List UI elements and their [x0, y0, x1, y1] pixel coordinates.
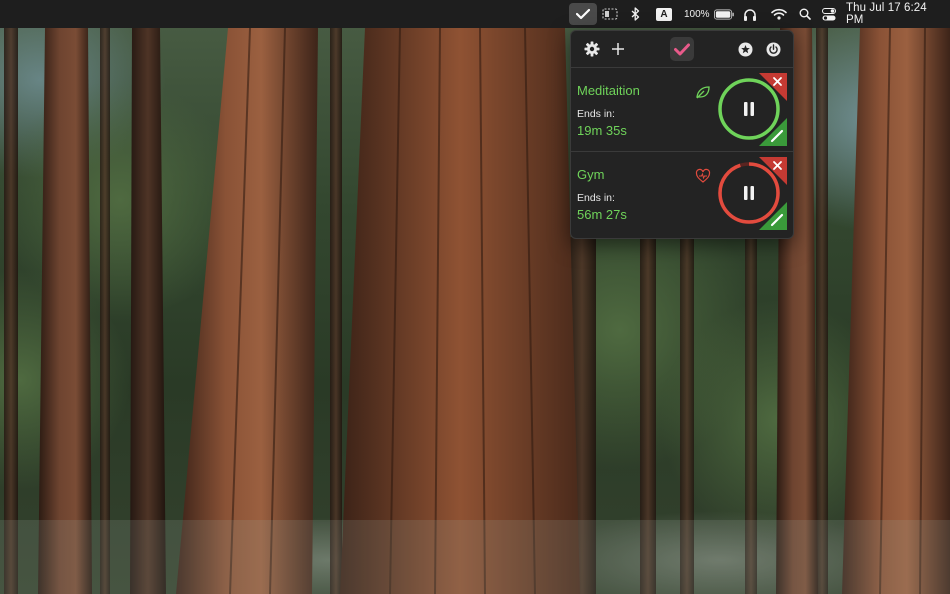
app-logo-icon: [670, 37, 694, 61]
leaf-icon: [695, 84, 711, 100]
timer-remaining: 19m 35s: [577, 123, 627, 138]
power-icon[interactable]: [763, 39, 783, 59]
gear-icon[interactable]: [582, 39, 602, 59]
wifi-icon[interactable]: [770, 0, 788, 28]
forest-trees-image: [0, 27, 950, 594]
pause-icon: [744, 102, 754, 116]
checkmark-app-icon[interactable]: [569, 3, 597, 25]
battery-percent: 100%: [684, 8, 710, 20]
timer-name: Meditaition: [577, 83, 640, 98]
timer-card-meditation: Meditaition Ends in: 19m 35s: [571, 68, 793, 151]
timer-remaining: 56m 27s: [577, 207, 627, 222]
battery-icon: [713, 8, 734, 20]
bluetooth-icon[interactable]: [628, 0, 642, 28]
menubar-clock[interactable]: Thu Jul 17 6:24 PM: [846, 0, 942, 28]
pause-icon: [744, 186, 754, 200]
screen-mirroring-icon[interactable]: [600, 0, 620, 28]
pause-button[interactable]: [737, 97, 761, 121]
headphones-icon[interactable]: [742, 0, 758, 28]
delete-timer-button[interactable]: [759, 157, 787, 185]
edit-timer-button[interactable]: [759, 118, 787, 146]
timer-name: Gym: [577, 167, 605, 182]
popover-toolbar: [571, 31, 793, 67]
plus-icon[interactable]: [608, 39, 628, 59]
menu-bar: A 100% Thu Jul 17 6:24 PM: [0, 0, 950, 28]
checkmark-app-menu[interactable]: [568, 0, 598, 28]
control-center-icon[interactable]: [820, 0, 838, 28]
desktop-wallpaper: [0, 0, 950, 594]
star-icon[interactable]: [735, 39, 755, 59]
heart-pulse-icon: [695, 168, 711, 184]
timer-ends-label: Ends in:: [577, 108, 615, 120]
edit-timer-button[interactable]: [759, 202, 787, 230]
battery-status[interactable]: 100%: [684, 0, 734, 28]
timer-popover: Meditaition Ends in: 19m 35s Gym Ends in…: [570, 30, 794, 239]
timer-card-gym: Gym Ends in: 56m 27s: [571, 152, 793, 235]
pause-button[interactable]: [737, 181, 761, 205]
spotlight-search-icon[interactable]: [797, 0, 813, 28]
input-source-label: A: [656, 7, 672, 21]
input-source-icon[interactable]: A: [654, 0, 674, 28]
delete-timer-button[interactable]: [759, 73, 787, 101]
timer-ends-label: Ends in:: [577, 192, 615, 204]
